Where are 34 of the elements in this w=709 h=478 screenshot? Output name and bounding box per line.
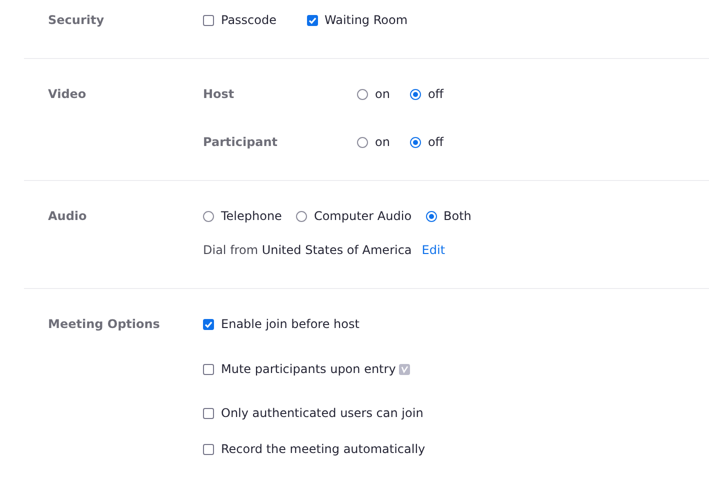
radio-button[interactable] — [296, 210, 307, 222]
row-label: Participant — [203, 135, 279, 149]
checkbox[interactable] — [203, 444, 214, 454]
radio-label: off — [428, 135, 444, 149]
checkbox[interactable] — [203, 14, 214, 26]
radio-button[interactable] — [410, 136, 421, 148]
radio-label: Computer Audio — [314, 209, 412, 223]
checkbox-label: Mute participants upon entry — [221, 362, 396, 376]
radio-button[interactable] — [410, 88, 421, 100]
checkbox-label: Only authenticated users can join — [221, 406, 424, 420]
row-label: Host — [203, 87, 236, 101]
radio-label: off — [428, 87, 444, 101]
radio-label: Telephone — [221, 209, 282, 223]
radio-button[interactable] — [426, 210, 437, 222]
section-label: Video — [48, 86, 88, 103]
checkbox-label: Enable join before host — [221, 317, 360, 331]
radio-button[interactable] — [203, 210, 214, 222]
checkbox-label: Record the meeting automatically — [221, 442, 426, 456]
radio-button[interactable] — [357, 88, 368, 100]
checkbox[interactable] — [203, 408, 214, 418]
checkbox[interactable] — [203, 364, 214, 374]
section-label: Audio — [48, 208, 88, 225]
radio-label: on — [375, 87, 390, 101]
checkbox-label: Waiting Room — [324, 13, 408, 27]
radio-label: Both — [444, 209, 472, 223]
radio-button[interactable] — [357, 136, 368, 148]
radio-label: on — [375, 135, 390, 149]
checkbox[interactable] — [203, 318, 214, 330]
checkbox-label: Passcode — [221, 13, 276, 27]
section-label: Meeting Options — [48, 316, 161, 333]
checkbox[interactable] — [306, 14, 318, 26]
edit-link[interactable]: Edit — [422, 243, 446, 257]
section-label: Security — [48, 12, 106, 29]
dial-text: Dial from United States of America — [203, 243, 412, 257]
